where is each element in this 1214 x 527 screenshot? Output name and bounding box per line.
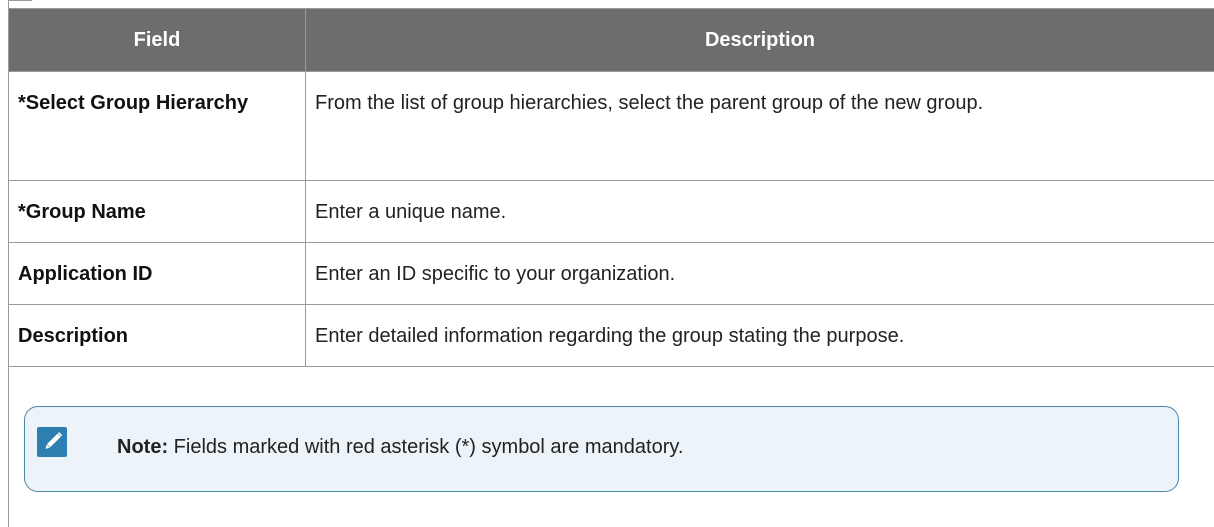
table-row: Description Enter detailed information r… xyxy=(8,304,1214,367)
field-name-cell: *Group Name xyxy=(8,180,306,243)
field-description-cell: Enter a unique name. xyxy=(305,180,1214,243)
note-callout: Note: Fields marked with red asterisk (*… xyxy=(24,406,1179,492)
table-row: *Select Group Hierarchy From the list of… xyxy=(8,71,1214,181)
table-row: *Group Name Enter a unique name. xyxy=(8,180,1214,243)
header-description: Description xyxy=(305,8,1214,72)
header-field: Field xyxy=(8,8,306,72)
field-name-cell: Application ID xyxy=(8,242,306,305)
field-description-cell: Enter detailed information regarding the… xyxy=(305,304,1214,367)
field-description-cell: Enter an ID specific to your organizatio… xyxy=(305,242,1214,305)
edit-note-icon xyxy=(37,427,67,457)
field-description-cell: From the list of group hierarchies, sele… xyxy=(305,71,1214,181)
table-header-row: Field Description xyxy=(8,8,1214,72)
note-label: Note: xyxy=(117,436,169,458)
fields-table: Field Description *Select Group Hierarch… xyxy=(8,8,1214,367)
note-body: Fields marked with red asterisk (*) symb… xyxy=(168,436,684,458)
note-text: Note: Fields marked with red asterisk (*… xyxy=(117,436,683,459)
page-top-rule xyxy=(8,0,32,1)
field-name-cell: *Select Group Hierarchy xyxy=(8,71,306,181)
field-name-cell: Description xyxy=(8,304,306,367)
table-row: Application ID Enter an ID specific to y… xyxy=(8,242,1214,305)
